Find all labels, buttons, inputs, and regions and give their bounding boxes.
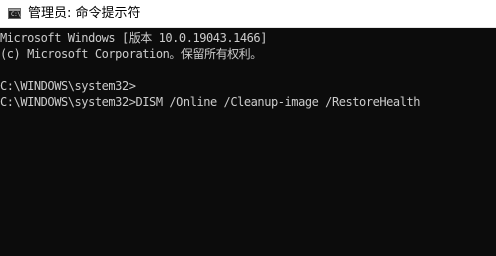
console-line-command: C:\WINDOWS\system32>DISM /Online /Cleanu… bbox=[0, 95, 421, 109]
cmd-window: C:\ 管理员: 命令提示符 Microsoft Windows [版本 10.… bbox=[0, 0, 496, 256]
console-line-version: Microsoft Windows [版本 10.0.19043.1466] bbox=[0, 31, 267, 45]
console-line-prompt: C:\WINDOWS\system32> bbox=[0, 79, 136, 93]
console-output[interactable]: Microsoft Windows [版本 10.0.19043.1466] (… bbox=[0, 30, 496, 256]
title-bar[interactable]: C:\ 管理员: 命令提示符 bbox=[0, 0, 496, 28]
cmd-icon: C:\ bbox=[8, 8, 21, 19]
console-line-copyright: (c) Microsoft Corporation。保留所有权利。 bbox=[0, 47, 262, 61]
window-title: 管理员: 命令提示符 bbox=[28, 6, 141, 21]
